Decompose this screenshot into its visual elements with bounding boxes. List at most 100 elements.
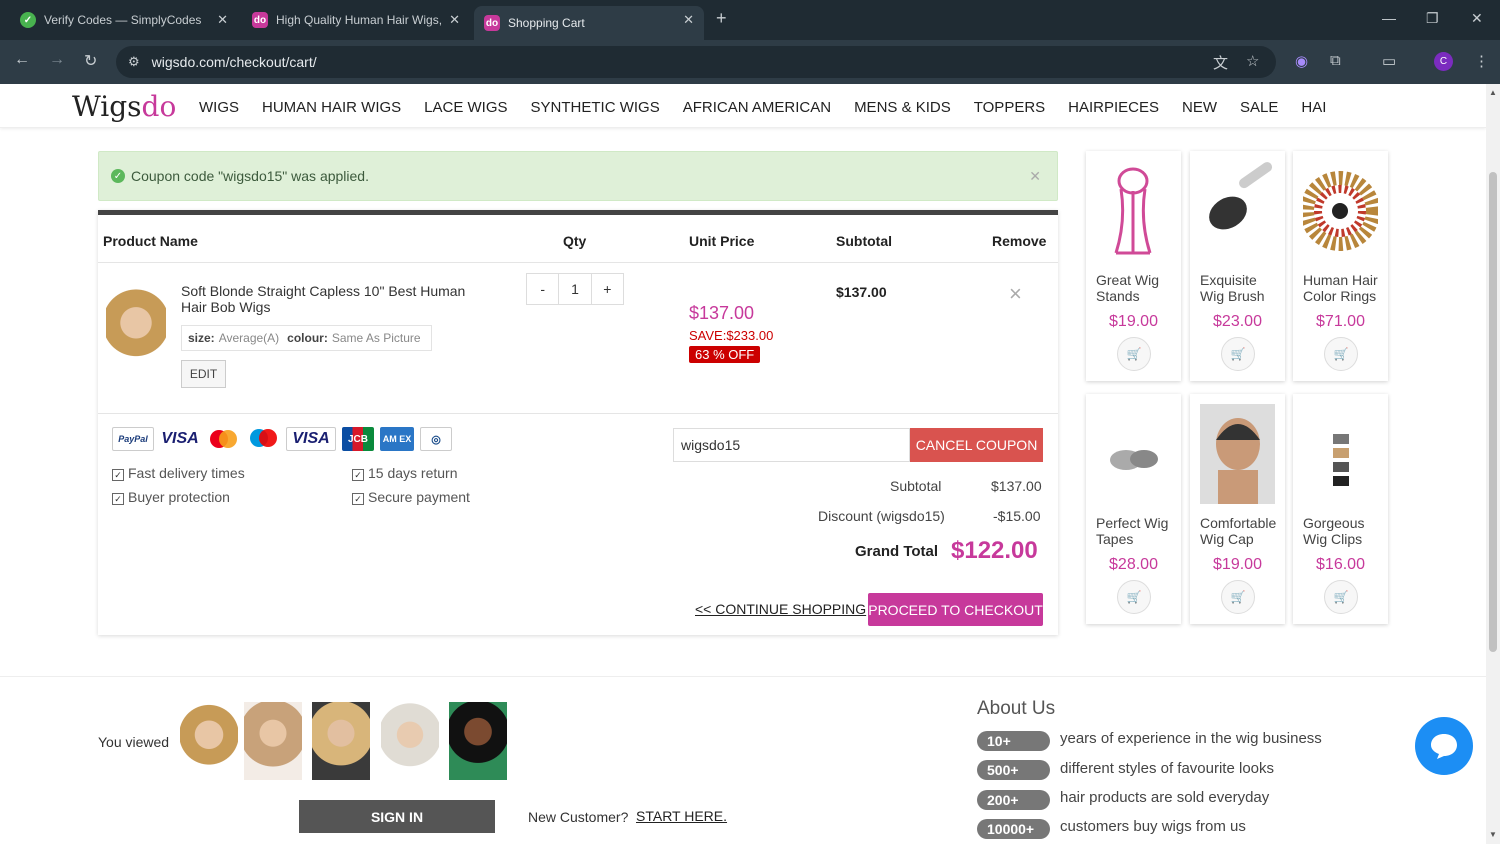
menu-hai[interactable]: HAI xyxy=(1301,99,1326,116)
extension-simplycodes-icon[interactable]: ◉ xyxy=(1295,52,1308,70)
stat-text: hair products are sold everyday xyxy=(1060,789,1270,806)
stat-text: years of experience in the wig business xyxy=(1060,730,1322,747)
menu-african-american[interactable]: AFRICAN AMERICAN xyxy=(683,99,831,116)
reload-icon[interactable]: ↻ xyxy=(84,51,97,71)
add-to-cart-icon[interactable]: 🛒 xyxy=(1324,337,1358,371)
qty-increase-button[interactable]: + xyxy=(592,274,623,304)
viewed-product-thumbnail[interactable] xyxy=(180,702,238,780)
menu-sale[interactable]: SALE xyxy=(1240,99,1278,116)
close-icon[interactable]: ✕ xyxy=(1029,168,1041,185)
product-card[interactable]: Perfect Wig Tapes $28.00 🛒 xyxy=(1086,394,1181,624)
bookmark-star-icon[interactable]: ☆ xyxy=(1246,52,1259,70)
tab-shopping-cart[interactable]: do Shopping Cart ✕ xyxy=(474,6,704,40)
size-value: Average(A) xyxy=(218,331,280,345)
stat-badge: 500+ xyxy=(977,760,1050,780)
proceed-to-checkout-button[interactable]: PROCEED TO CHECKOUT xyxy=(868,593,1043,626)
qty-input[interactable]: 1 xyxy=(558,274,592,304)
main-menu: WIGS HUMAN HAIR WIGS LACE WIGS SYNTHETIC… xyxy=(199,99,1349,116)
forward-icon[interactable]: → xyxy=(49,51,65,69)
more-menu-icon[interactable]: ⋮ xyxy=(1474,52,1489,70)
add-to-cart-icon[interactable]: 🛒 xyxy=(1117,580,1151,614)
scrollbar-thumb[interactable] xyxy=(1489,172,1497,652)
visa-electron-icon: VISA xyxy=(286,427,336,451)
subtotal-label: Subtotal xyxy=(890,478,942,494)
extensions-icon[interactable]: ⧉ xyxy=(1330,52,1341,69)
menu-new[interactable]: NEW xyxy=(1182,99,1217,116)
minimize-icon[interactable]: — xyxy=(1382,10,1396,26)
site-info-icon[interactable]: ⚙ xyxy=(128,54,140,70)
menu-synthetic-wigs[interactable]: SYNTHETIC WIGS xyxy=(531,99,660,116)
add-to-cart-icon[interactable]: 🛒 xyxy=(1324,580,1358,614)
start-here-link[interactable]: START HERE. xyxy=(636,808,727,824)
product-image[interactable] xyxy=(106,285,166,369)
tab-wigsdo-home[interactable]: do High Quality Human Hair Wigs, ✕ xyxy=(242,6,470,34)
product-card[interactable]: Human Hair Color Rings $71.00 🛒 xyxy=(1293,151,1388,381)
add-to-cart-icon[interactable]: 🛒 xyxy=(1117,337,1151,371)
header-unit-price: Unit Price xyxy=(689,233,755,249)
back-icon[interactable]: ← xyxy=(14,51,30,69)
add-to-cart-icon[interactable]: 🛒 xyxy=(1221,337,1255,371)
coupon-input[interactable]: wigsdo15 xyxy=(673,428,910,462)
close-window-icon[interactable]: ✕ xyxy=(1471,10,1483,27)
browser-tabstrip: ✓ Verify Codes — SimplyCodes ✕ do High Q… xyxy=(0,0,1500,40)
menu-human-hair-wigs[interactable]: HUMAN HAIR WIGS xyxy=(262,99,401,116)
new-tab-icon[interactable]: + xyxy=(716,8,727,29)
line-subtotal: $137.00 xyxy=(836,284,887,300)
tab-title: Verify Codes — SimplyCodes xyxy=(44,13,202,27)
product-card[interactable]: Exquisite Wig Brush $23.00 🛒 xyxy=(1190,151,1285,381)
product-card[interactable]: Comfortable Wig Cap $19.00 🛒 xyxy=(1190,394,1285,624)
continue-shopping-link[interactable]: << CONTINUE SHOPPING xyxy=(695,601,866,617)
product-name-link[interactable]: Soft Blonde Straight Capless 10" Best Hu… xyxy=(181,283,471,315)
url-text: wigsdo.com/checkout/cart/ xyxy=(151,54,317,70)
menu-wigs[interactable]: WIGS xyxy=(199,99,239,116)
close-tab-icon[interactable]: ✕ xyxy=(683,12,694,28)
page-scrollbar[interactable]: ▲ ▼ xyxy=(1486,84,1500,844)
cancel-coupon-button[interactable]: CANCEL COUPON xyxy=(910,428,1043,462)
add-to-cart-icon[interactable]: 🛒 xyxy=(1221,580,1255,614)
menu-hairpieces[interactable]: HAIRPIECES xyxy=(1068,99,1159,116)
diners-club-icon: ◎ xyxy=(420,427,452,451)
menu-toppers[interactable]: TOPPERS xyxy=(974,99,1045,116)
viewed-product-thumbnail[interactable] xyxy=(449,702,507,780)
translate-icon[interactable]: 文 xyxy=(1213,52,1228,73)
menu-mens-kids[interactable]: MENS & KIDS xyxy=(854,99,951,116)
wigsdo-favicon-icon: do xyxy=(484,15,500,31)
scroll-down-icon[interactable]: ▼ xyxy=(1489,830,1497,839)
wigsdo-logo[interactable]: Wigsdo xyxy=(72,90,176,123)
side-panel-icon[interactable]: ▭ xyxy=(1382,52,1396,70)
discount-badge: 63 % OFF xyxy=(689,346,761,363)
viewed-product-thumbnail[interactable] xyxy=(381,702,439,780)
close-tab-icon[interactable]: ✕ xyxy=(217,12,228,28)
edit-button[interactable]: EDIT xyxy=(181,360,226,388)
amex-icon: AM EX xyxy=(380,427,414,451)
product-name[interactable]: Comfortable Wig Cap xyxy=(1200,515,1282,547)
remove-item-icon[interactable]: × xyxy=(1009,281,1022,307)
viewed-product-thumbnail[interactable] xyxy=(244,702,302,780)
product-name[interactable]: Perfect Wig Tapes xyxy=(1096,515,1178,547)
tab-title: High Quality Human Hair Wigs, xyxy=(276,13,443,27)
product-price: $71.00 xyxy=(1316,313,1365,330)
product-card[interactable]: Great Wig Stands $19.00 🛒 xyxy=(1086,151,1181,381)
viewed-product-thumbnail[interactable] xyxy=(312,702,370,780)
header-product-name: Product Name xyxy=(103,233,198,249)
product-name[interactable]: Great Wig Stands xyxy=(1096,272,1178,304)
grand-total-value: $122.00 xyxy=(951,537,1038,564)
qty-decrease-button[interactable]: - xyxy=(527,274,558,304)
chat-widget-button[interactable] xyxy=(1415,717,1473,775)
address-bar[interactable]: ⚙ wigsdo.com/checkout/cart/ xyxy=(116,46,1276,78)
maestro-icon xyxy=(246,427,280,451)
product-card[interactable]: Gorgeous Wig Clips $16.00 🛒 xyxy=(1293,394,1388,624)
product-name[interactable]: Exquisite Wig Brush xyxy=(1200,272,1282,304)
restore-icon[interactable]: ❐ xyxy=(1426,10,1439,27)
sign-in-button[interactable]: SIGN IN xyxy=(299,800,495,833)
stat-badge: 200+ xyxy=(977,790,1050,810)
jcb-icon: JCB xyxy=(342,427,374,451)
wigsdo-favicon-icon: do xyxy=(252,12,268,28)
menu-lace-wigs[interactable]: LACE WIGS xyxy=(424,99,507,116)
product-name[interactable]: Gorgeous Wig Clips xyxy=(1303,515,1385,547)
product-name[interactable]: Human Hair Color Rings xyxy=(1303,272,1385,304)
scroll-up-icon[interactable]: ▲ xyxy=(1489,88,1497,97)
tab-simplycodes[interactable]: ✓ Verify Codes — SimplyCodes ✕ xyxy=(10,6,238,34)
close-tab-icon[interactable]: ✕ xyxy=(449,12,460,28)
profile-avatar[interactable]: C xyxy=(1434,52,1453,71)
